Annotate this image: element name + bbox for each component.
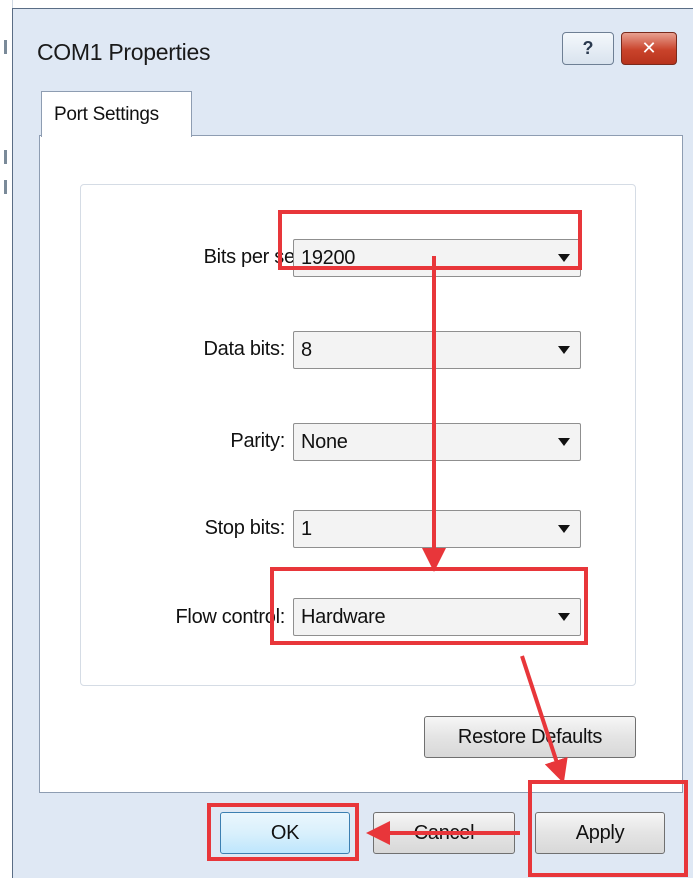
tab-label: Port Settings [54, 104, 159, 125]
tab-port-settings[interactable]: Port Settings [41, 91, 192, 137]
arrow-flow-to-apply [520, 655, 568, 784]
